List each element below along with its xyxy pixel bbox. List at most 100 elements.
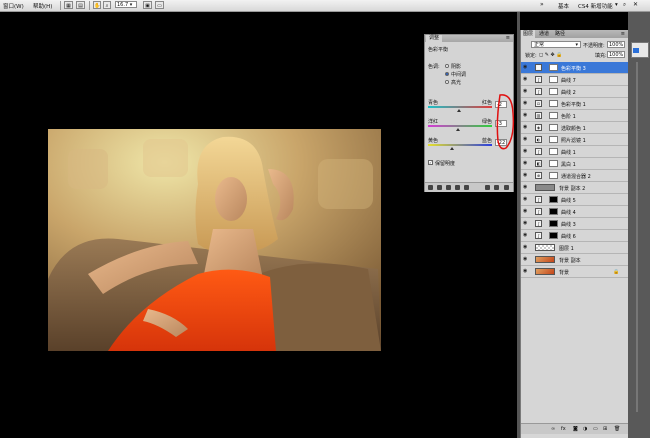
new-group-icon[interactable]: ▭ xyxy=(593,426,598,432)
workspace-cs4-new[interactable]: CS4 新增功能 xyxy=(578,2,613,10)
eye-visibility-icon[interactable]: ◉ xyxy=(523,89,529,94)
layer-row[interactable]: ◉ 图层 1 xyxy=(521,242,628,254)
panel-menu-icon[interactable]: ≡ xyxy=(621,30,625,38)
cyan-red-slider-thumb[interactable] xyxy=(457,109,461,112)
layer-mask-thumbnail[interactable] xyxy=(549,100,558,107)
yellow-blue-slider[interactable] xyxy=(428,144,492,146)
link-layers-icon[interactable]: ∞ xyxy=(551,426,555,432)
trash-icon[interactable] xyxy=(504,185,509,190)
layer-mask-thumbnail[interactable] xyxy=(549,172,558,179)
cyan-red-slider[interactable] xyxy=(428,106,492,108)
tab-adjustments[interactable]: 调整 xyxy=(426,35,443,42)
previous-state-icon[interactable] xyxy=(464,185,469,190)
layer-row[interactable]: ◉ ∫ 曲线 2 xyxy=(521,86,628,98)
layer-row[interactable]: ◉ ∫ 曲线 1 xyxy=(521,146,628,158)
clip-layer-icon[interactable] xyxy=(446,185,451,190)
layer-row[interactable]: ◉ 背景 副本 xyxy=(521,254,628,266)
layer-mask-thumbnail[interactable] xyxy=(549,160,558,167)
preserve-luminosity-checkbox[interactable]: ✓ xyxy=(428,160,433,165)
delete-layer-icon[interactable]: 🗑 xyxy=(614,426,620,432)
eye-visibility-icon[interactable]: ◉ xyxy=(523,197,529,202)
zoom-level-field[interactable]: 16.7 ▾ xyxy=(115,1,137,8)
add-mask-icon[interactable]: ◙ xyxy=(573,426,578,432)
eye-visibility-icon[interactable]: ◉ xyxy=(523,185,529,190)
workspace-essentials[interactable]: 基本 xyxy=(558,2,569,10)
new-adjustment-icon[interactable]: ◑ xyxy=(583,426,587,432)
layer-mask-thumbnail[interactable] xyxy=(549,136,558,143)
layer-row[interactable]: ◉ ◈ 选取颜色 1 xyxy=(521,122,628,134)
new-layer-icon[interactable]: ⊞ xyxy=(603,426,607,432)
bridge-icon[interactable]: ▦ xyxy=(64,1,73,9)
eye-visibility-icon[interactable]: ◉ xyxy=(523,269,529,274)
panel-menu-icon[interactable]: ≡ xyxy=(506,35,510,42)
tab-layers[interactable]: 图层 xyxy=(521,30,536,38)
eye-visibility-icon[interactable]: ◉ xyxy=(523,137,529,142)
layer-row[interactable]: ◉ ◐ 照片滤镜 1 xyxy=(521,134,628,146)
layer-row[interactable]: ◉ ⚖ 色彩平衡 3 xyxy=(521,62,628,74)
eye-visibility-icon[interactable]: ◉ xyxy=(523,221,529,226)
eye-visibility-icon[interactable]: ◉ xyxy=(523,65,529,70)
magenta-green-slider-thumb[interactable] xyxy=(456,128,460,131)
close-icon[interactable]: ✕ xyxy=(633,1,638,8)
layer-row[interactable]: ◉ 背景 副本 2 xyxy=(521,182,628,194)
eye-visibility-icon[interactable]: ◉ xyxy=(523,245,529,250)
minibridge-icon[interactable]: ▤ xyxy=(76,1,85,9)
layer-row[interactable]: ◉ ∫ 曲线 7 xyxy=(521,74,628,86)
visibility-icon[interactable] xyxy=(455,185,460,190)
arrange-documents-icon[interactable]: ▣ xyxy=(143,1,152,9)
eye-visibility-icon[interactable]: ◉ xyxy=(523,77,529,82)
layer-mask-thumbnail[interactable] xyxy=(549,64,558,71)
layer-mask-thumbnail[interactable] xyxy=(549,148,558,155)
scrollbar[interactable] xyxy=(636,62,638,412)
tab-channels[interactable]: 通道 xyxy=(537,30,551,38)
radio-highlights[interactable] xyxy=(445,80,449,84)
layer-style-icon[interactable]: fx xyxy=(561,426,566,432)
layer-row[interactable]: ◉ ∫ 曲线 6 xyxy=(521,230,628,242)
layer-row[interactable]: ◉ 背景 🔒 xyxy=(521,266,628,278)
layer-mask-thumbnail[interactable] xyxy=(549,208,558,215)
eye-visibility-icon[interactable]: ◉ xyxy=(523,173,529,178)
eye-visibility-icon[interactable]: ◉ xyxy=(523,161,529,166)
menu-help[interactable]: 帮助(H) xyxy=(33,2,52,10)
lock-icons[interactable]: ◻ ✎ ✥ 🔒 xyxy=(539,52,563,58)
layer-mask-thumbnail[interactable] xyxy=(549,76,558,83)
magenta-green-slider[interactable] xyxy=(428,125,492,127)
layer-row[interactable]: ◉ ∫ 曲线 4 xyxy=(521,206,628,218)
workspace-menu-chevron-icon[interactable]: ▾ xyxy=(615,2,618,8)
double-chevron-icon[interactable]: » xyxy=(540,1,544,8)
layer-row[interactable]: ◉ ▥ 色阶 1 xyxy=(521,110,628,122)
layer-mask-thumbnail[interactable] xyxy=(549,112,558,119)
eye-visibility-icon[interactable]: ◉ xyxy=(523,233,529,238)
zoom-tool-icon[interactable]: ⌕ xyxy=(103,1,111,9)
eye-visibility-icon[interactable]: ◉ xyxy=(523,209,529,214)
eye-visibility-icon[interactable]: ◉ xyxy=(523,257,529,262)
back-arrow-icon[interactable] xyxy=(428,185,433,190)
menu-window[interactable]: 窗口(W) xyxy=(3,2,24,10)
eye-visibility-icon[interactable]: ◉ xyxy=(523,101,529,106)
fill-field[interactable]: 100% xyxy=(607,51,625,58)
screen-mode-icon[interactable]: ▭ xyxy=(155,1,164,9)
layer-mask-thumbnail[interactable] xyxy=(549,124,558,131)
radio-midtones[interactable] xyxy=(445,72,449,76)
layer-row[interactable]: ◉ ⚖ 色彩平衡 1 xyxy=(521,98,628,110)
layer-row[interactable]: ◉ ∫ 曲线 5 xyxy=(521,194,628,206)
layer-row[interactable]: ◉ ⊕ 通道混合器 2 xyxy=(521,170,628,182)
layer-mask-thumbnail[interactable] xyxy=(549,232,558,239)
layer-mask-thumbnail[interactable] xyxy=(549,196,558,203)
expand-view-icon[interactable] xyxy=(437,185,442,190)
layer-mask-thumbnail[interactable] xyxy=(549,220,558,227)
layer-mask-thumbnail[interactable] xyxy=(549,88,558,95)
eye-visibility-icon[interactable]: ◉ xyxy=(523,125,529,130)
yellow-blue-slider-thumb[interactable] xyxy=(450,147,454,150)
blend-mode-select[interactable]: 正常 ▾ xyxy=(531,41,581,48)
eye-visibility-icon[interactable]: ◉ xyxy=(523,113,529,118)
hand-tool-icon[interactable]: ✋ xyxy=(93,1,101,9)
document-photo[interactable] xyxy=(48,129,381,351)
search-icon[interactable]: ⌕ xyxy=(623,2,626,9)
layer-row[interactable]: ◉ ◧ 黑白 1 xyxy=(521,158,628,170)
layer-row[interactable]: ◉ ∫ 曲线 3 xyxy=(521,218,628,230)
refresh-icon[interactable] xyxy=(494,185,499,190)
reset-icon[interactable] xyxy=(485,185,490,190)
radio-shadows[interactable] xyxy=(445,64,449,68)
opacity-field[interactable]: 100% xyxy=(607,41,625,48)
